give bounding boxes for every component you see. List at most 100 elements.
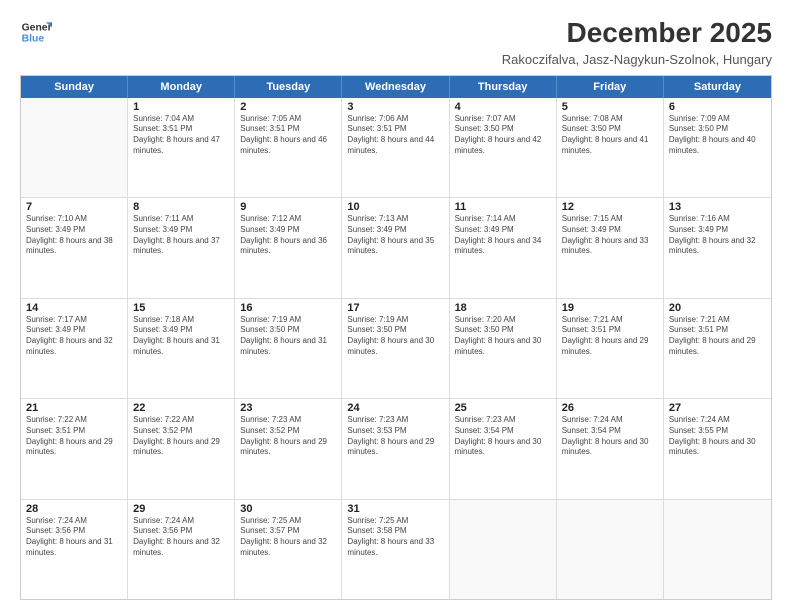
cell-info: Sunrise: 7:24 AMSunset: 3:54 PMDaylight:… [562,415,658,458]
day-number: 23 [240,402,336,414]
calendar-cell: 15 Sunrise: 7:18 AMSunset: 3:49 PMDaylig… [128,299,235,398]
cell-info: Sunrise: 7:23 AMSunset: 3:53 PMDaylight:… [347,415,443,458]
calendar-cell [450,500,557,599]
title-block: December 2025 Rakoczifalva, Jasz-Nagykun… [502,16,772,67]
cell-info: Sunrise: 7:05 AMSunset: 3:51 PMDaylight:… [240,114,336,157]
header-sunday: Sunday [21,76,128,98]
day-number: 29 [133,503,229,515]
day-number: 3 [347,101,443,113]
day-number: 14 [26,302,122,314]
calendar-cell: 7 Sunrise: 7:10 AMSunset: 3:49 PMDayligh… [21,198,128,297]
calendar-cell: 30 Sunrise: 7:25 AMSunset: 3:57 PMDaylig… [235,500,342,599]
cell-info: Sunrise: 7:17 AMSunset: 3:49 PMDaylight:… [26,315,122,358]
day-number: 4 [455,101,551,113]
cell-info: Sunrise: 7:23 AMSunset: 3:52 PMDaylight:… [240,415,336,458]
day-number: 5 [562,101,658,113]
cell-info: Sunrise: 7:10 AMSunset: 3:49 PMDaylight:… [26,214,122,257]
header-tuesday: Tuesday [235,76,342,98]
day-number: 26 [562,402,658,414]
calendar-cell [557,500,664,599]
cell-info: Sunrise: 7:09 AMSunset: 3:50 PMDaylight:… [669,114,766,157]
day-number: 11 [455,201,551,213]
header-saturday: Saturday [664,76,771,98]
calendar-header: Sunday Monday Tuesday Wednesday Thursday… [21,76,771,98]
day-number: 28 [26,503,122,515]
week-1: 1 Sunrise: 7:04 AMSunset: 3:51 PMDayligh… [21,98,771,198]
day-number: 6 [669,101,766,113]
calendar-cell: 11 Sunrise: 7:14 AMSunset: 3:49 PMDaylig… [450,198,557,297]
cell-info: Sunrise: 7:25 AMSunset: 3:57 PMDaylight:… [240,516,336,559]
day-number: 27 [669,402,766,414]
calendar-cell: 29 Sunrise: 7:24 AMSunset: 3:56 PMDaylig… [128,500,235,599]
main-title: December 2025 [502,16,772,50]
cell-info: Sunrise: 7:12 AMSunset: 3:49 PMDaylight:… [240,214,336,257]
day-number: 30 [240,503,336,515]
calendar-cell: 6 Sunrise: 7:09 AMSunset: 3:50 PMDayligh… [664,98,771,197]
week-5: 28 Sunrise: 7:24 AMSunset: 3:56 PMDaylig… [21,500,771,599]
calendar-cell: 26 Sunrise: 7:24 AMSunset: 3:54 PMDaylig… [557,399,664,498]
cell-info: Sunrise: 7:19 AMSunset: 3:50 PMDaylight:… [240,315,336,358]
cell-info: Sunrise: 7:21 AMSunset: 3:51 PMDaylight:… [562,315,658,358]
calendar-cell: 13 Sunrise: 7:16 AMSunset: 3:49 PMDaylig… [664,198,771,297]
calendar-cell: 17 Sunrise: 7:19 AMSunset: 3:50 PMDaylig… [342,299,449,398]
logo: General Blue [20,16,52,48]
cell-info: Sunrise: 7:24 AMSunset: 3:56 PMDaylight:… [133,516,229,559]
day-number: 31 [347,503,443,515]
calendar-cell: 5 Sunrise: 7:08 AMSunset: 3:50 PMDayligh… [557,98,664,197]
calendar-cell: 1 Sunrise: 7:04 AMSunset: 3:51 PMDayligh… [128,98,235,197]
cell-info: Sunrise: 7:07 AMSunset: 3:50 PMDaylight:… [455,114,551,157]
calendar-cell: 16 Sunrise: 7:19 AMSunset: 3:50 PMDaylig… [235,299,342,398]
cell-info: Sunrise: 7:22 AMSunset: 3:52 PMDaylight:… [133,415,229,458]
cell-info: Sunrise: 7:24 AMSunset: 3:55 PMDaylight:… [669,415,766,458]
header-thursday: Thursday [450,76,557,98]
calendar-cell [21,98,128,197]
header-wednesday: Wednesday [342,76,449,98]
calendar-cell: 20 Sunrise: 7:21 AMSunset: 3:51 PMDaylig… [664,299,771,398]
calendar-cell: 10 Sunrise: 7:13 AMSunset: 3:49 PMDaylig… [342,198,449,297]
cell-info: Sunrise: 7:21 AMSunset: 3:51 PMDaylight:… [669,315,766,358]
calendar-cell: 18 Sunrise: 7:20 AMSunset: 3:50 PMDaylig… [450,299,557,398]
cell-info: Sunrise: 7:14 AMSunset: 3:49 PMDaylight:… [455,214,551,257]
day-number: 24 [347,402,443,414]
calendar-cell: 14 Sunrise: 7:17 AMSunset: 3:49 PMDaylig… [21,299,128,398]
week-4: 21 Sunrise: 7:22 AMSunset: 3:51 PMDaylig… [21,399,771,499]
cell-info: Sunrise: 7:06 AMSunset: 3:51 PMDaylight:… [347,114,443,157]
cell-info: Sunrise: 7:16 AMSunset: 3:49 PMDaylight:… [669,214,766,257]
cell-info: Sunrise: 7:24 AMSunset: 3:56 PMDaylight:… [26,516,122,559]
calendar-body: 1 Sunrise: 7:04 AMSunset: 3:51 PMDayligh… [21,98,771,599]
calendar-cell: 27 Sunrise: 7:24 AMSunset: 3:55 PMDaylig… [664,399,771,498]
day-number: 21 [26,402,122,414]
header-monday: Monday [128,76,235,98]
day-number: 20 [669,302,766,314]
cell-info: Sunrise: 7:19 AMSunset: 3:50 PMDaylight:… [347,315,443,358]
cell-info: Sunrise: 7:15 AMSunset: 3:49 PMDaylight:… [562,214,658,257]
day-number: 13 [669,201,766,213]
cell-info: Sunrise: 7:04 AMSunset: 3:51 PMDaylight:… [133,114,229,157]
day-number: 16 [240,302,336,314]
day-number: 19 [562,302,658,314]
calendar-cell: 24 Sunrise: 7:23 AMSunset: 3:53 PMDaylig… [342,399,449,498]
day-number: 25 [455,402,551,414]
svg-text:Blue: Blue [22,34,45,45]
calendar-cell: 12 Sunrise: 7:15 AMSunset: 3:49 PMDaylig… [557,198,664,297]
day-number: 17 [347,302,443,314]
cell-info: Sunrise: 7:11 AMSunset: 3:49 PMDaylight:… [133,214,229,257]
calendar-cell: 31 Sunrise: 7:25 AMSunset: 3:58 PMDaylig… [342,500,449,599]
week-3: 14 Sunrise: 7:17 AMSunset: 3:49 PMDaylig… [21,299,771,399]
calendar: Sunday Monday Tuesday Wednesday Thursday… [20,75,772,600]
calendar-cell: 23 Sunrise: 7:23 AMSunset: 3:52 PMDaylig… [235,399,342,498]
cell-info: Sunrise: 7:13 AMSunset: 3:49 PMDaylight:… [347,214,443,257]
subtitle: Rakoczifalva, Jasz-Nagykun-Szolnok, Hung… [502,52,772,67]
calendar-cell: 25 Sunrise: 7:23 AMSunset: 3:54 PMDaylig… [450,399,557,498]
header-friday: Friday [557,76,664,98]
calendar-cell: 3 Sunrise: 7:06 AMSunset: 3:51 PMDayligh… [342,98,449,197]
week-2: 7 Sunrise: 7:10 AMSunset: 3:49 PMDayligh… [21,198,771,298]
day-number: 9 [240,201,336,213]
logo-icon: General Blue [20,16,52,48]
calendar-cell: 22 Sunrise: 7:22 AMSunset: 3:52 PMDaylig… [128,399,235,498]
calendar-cell: 19 Sunrise: 7:21 AMSunset: 3:51 PMDaylig… [557,299,664,398]
header: General Blue December 2025 Rakoczifalva,… [20,16,772,67]
day-number: 12 [562,201,658,213]
day-number: 15 [133,302,229,314]
calendar-cell: 8 Sunrise: 7:11 AMSunset: 3:49 PMDayligh… [128,198,235,297]
